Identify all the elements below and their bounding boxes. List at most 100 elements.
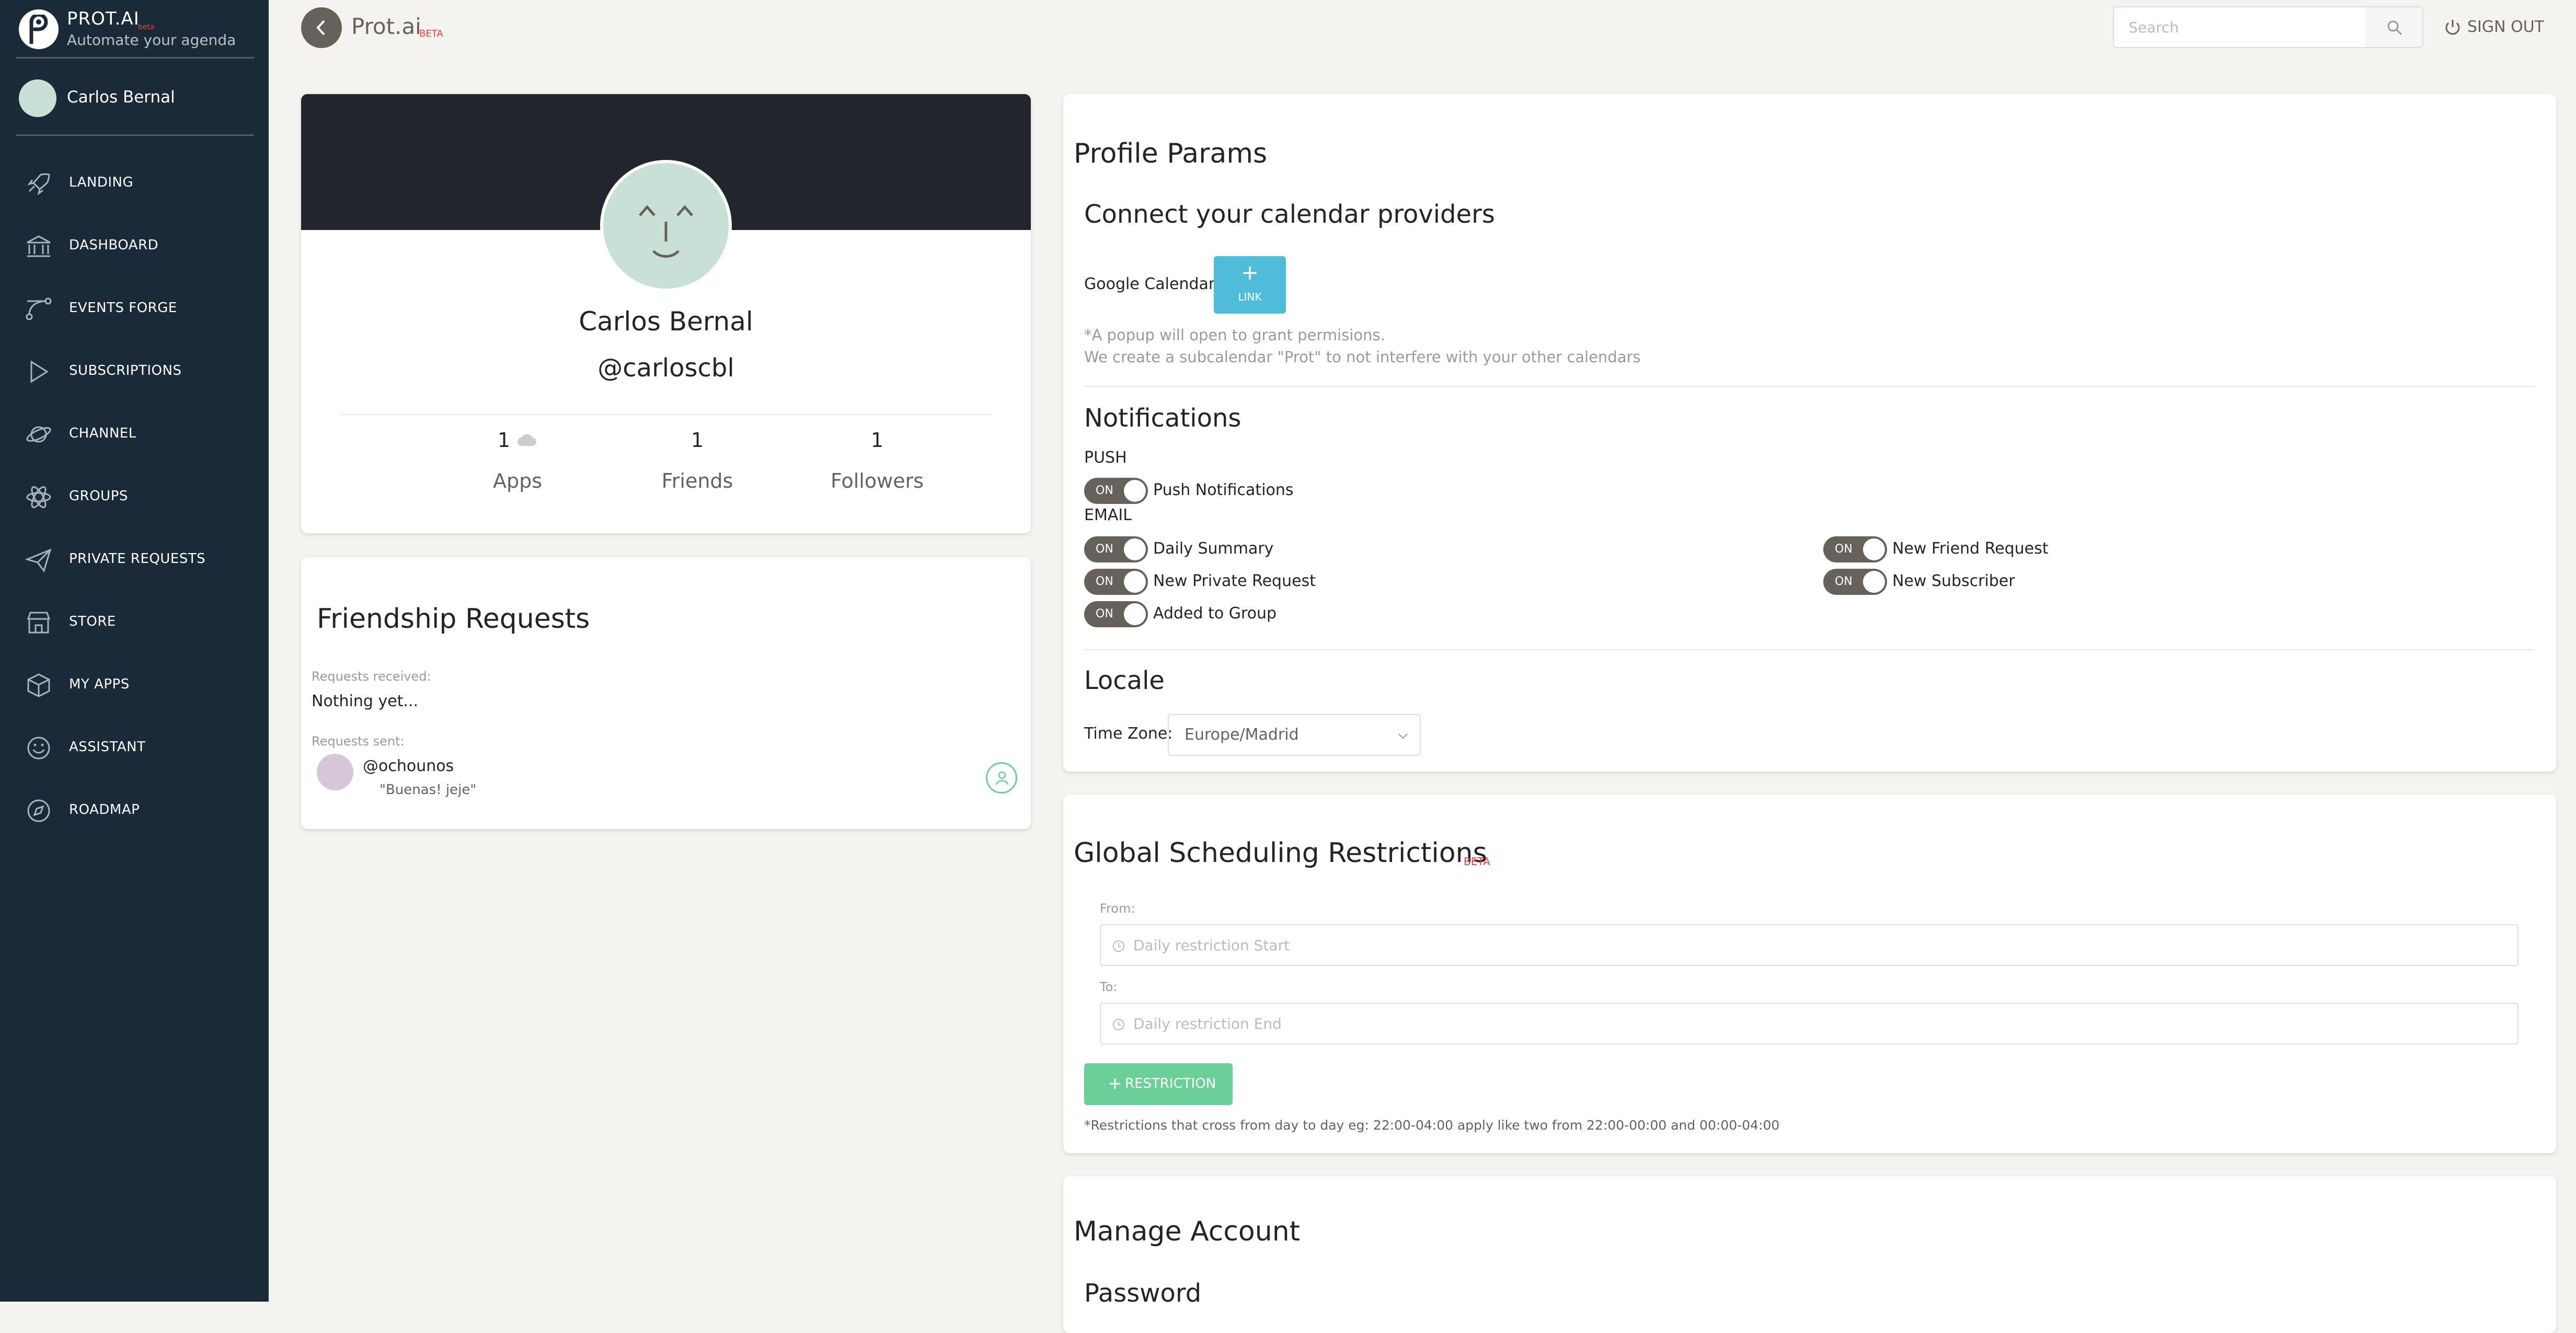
toggle-label: Daily Summary	[1153, 539, 1274, 558]
cloud-icon	[518, 434, 537, 446]
bank-icon	[27, 235, 51, 257]
compass-icon	[27, 799, 50, 822]
stat-label: Friends	[661, 469, 733, 492]
sidebar-item-label: LANDING	[69, 175, 134, 190]
back-button[interactable]	[301, 7, 342, 48]
sidebar-user-name: Carlos Bernal	[67, 88, 175, 107]
sign-out-label: SIGN OUT	[2467, 18, 2545, 36]
sidebar: PROT.AI beta Automate your agenda Carlos…	[0, 0, 269, 1302]
push-label: PUSH	[1084, 449, 1127, 467]
restriction-start-input[interactable]: Daily restriction Start	[1100, 924, 2518, 966]
request-message: "Buenas! jeje"	[380, 782, 477, 798]
plus-icon: +	[1241, 261, 1259, 285]
planet-icon	[26, 426, 51, 443]
sidebar-item-subscriptions[interactable]: SUBSCRIPTIONS	[0, 340, 269, 403]
prot-logo-icon	[19, 9, 59, 49]
rocket-icon	[27, 173, 50, 196]
box-icon	[27, 673, 50, 697]
divider	[1084, 386, 2534, 387]
stat-label: Followers	[831, 469, 924, 492]
sidebar-user[interactable]: Carlos Bernal	[16, 77, 254, 136]
stat-value: 1	[870, 429, 884, 452]
stat-apps: 1 Apps	[428, 429, 607, 492]
new-private-request-toggle[interactable]: ON	[1084, 569, 1148, 595]
sidebar-item-label: CHANNEL	[69, 426, 136, 441]
toggle-label: Push Notifications	[1153, 481, 1294, 499]
manage-account-card: Manage Account Password	[1063, 1176, 2556, 1333]
user-icon	[995, 771, 1009, 785]
navbar-brand[interactable]: Prot.ai	[351, 14, 421, 39]
add-restriction-button[interactable]: RESTRICTION	[1084, 1063, 1233, 1105]
toggle-knob	[1124, 603, 1146, 625]
push-notifications-toggle[interactable]: ON	[1084, 478, 1148, 504]
email-label: EMAIL	[1084, 506, 1132, 524]
play-icon	[30, 360, 49, 383]
restriction-end-input[interactable]: Daily restriction End	[1100, 1003, 2518, 1044]
stat-value: 1	[691, 429, 704, 452]
new-subscriber-toggle[interactable]: ON	[1823, 569, 1887, 595]
timezone-label: Time Zone:	[1084, 725, 1173, 743]
sidebar-item-dashboard[interactable]: DASHBOARD	[0, 214, 269, 277]
input-placeholder: Daily restriction Start	[1133, 937, 1290, 954]
sidebar-item-events-forge[interactable]: EVENTS FORGE	[0, 277, 269, 340]
vector-nodes-icon	[26, 297, 52, 320]
toggle-label: Added to Group	[1153, 604, 1277, 623]
sidebar-item-landing[interactable]: LANDING	[0, 152, 269, 214]
request-handle[interactable]: @ochounos	[363, 757, 454, 775]
calendar-heading: Connect your calendar providers	[1084, 200, 1495, 229]
added-to-group-toggle[interactable]: ON	[1084, 601, 1148, 627]
new-friend-request-toggle[interactable]: ON	[1823, 536, 1887, 562]
calendar-note: *A popup will open to grant permisions.	[1084, 326, 1385, 344]
cancel-request-button[interactable]	[986, 762, 1017, 794]
toggle-on-label: ON	[1096, 543, 1113, 556]
sidebar-item-label: SUBSCRIPTIONS	[69, 363, 182, 378]
brand-name: PROT.AI	[67, 8, 140, 29]
divider	[1084, 649, 2534, 650]
sidebar-item-private-requests[interactable]: PRIVATE REQUESTS	[0, 528, 269, 591]
sidebar-item-label: DASHBOARD	[69, 237, 159, 253]
brand[interactable]: PROT.AI beta Automate your agenda	[16, 6, 254, 59]
stat-followers: 1 Followers	[787, 429, 967, 492]
toggle-knob	[1124, 480, 1146, 502]
search-input[interactable]	[2113, 6, 2367, 48]
shop-icon	[27, 612, 51, 634]
clock-icon	[1113, 940, 1124, 952]
card-title: Friendship Requests	[317, 603, 590, 635]
card-title: Global Scheduling Restrictions	[1074, 837, 1487, 869]
toggle-knob	[1863, 538, 1885, 560]
brand-tagline: Automate your agenda	[67, 31, 236, 49]
toggle-knob	[1124, 538, 1146, 560]
timezone-select[interactable]: Europe/Madrid	[1168, 714, 1421, 756]
toggle-on-label: ON	[1096, 607, 1113, 620]
sidebar-item-label: PRIVATE REQUESTS	[69, 551, 206, 567]
profile-name: Carlos Bernal	[579, 306, 753, 337]
scheduling-restrictions-card: Global Scheduling Restrictions BETA From…	[1063, 795, 2556, 1153]
requests-received-empty: Nothing yet...	[312, 692, 419, 710]
toggle-on-label: ON	[1835, 543, 1853, 556]
sidebar-item-label: STORE	[69, 614, 116, 629]
divider	[339, 414, 993, 415]
restriction-note: *Restrictions that cross from day to day…	[1084, 1118, 1780, 1133]
power-icon	[2445, 20, 2460, 35]
profile-card: Carlos Bernal @carloscbl 1 Friends 1 Fol…	[301, 94, 1031, 533]
sidebar-item-assistant[interactable]: ASSISTANT	[0, 716, 269, 779]
toggle-label: New Subscriber	[1892, 572, 2015, 590]
smile-icon	[27, 737, 50, 760]
toggle-on-label: ON	[1096, 484, 1113, 497]
link-google-calendar-button[interactable]: + LINK	[1214, 256, 1286, 314]
sidebar-item-label: ASSISTANT	[69, 739, 146, 755]
card-title: Profile Params	[1074, 138, 1268, 169]
daily-summary-toggle[interactable]: ON	[1084, 536, 1148, 562]
sidebar-item-roadmap[interactable]: ROADMAP	[0, 779, 269, 842]
sidebar-item-my-apps[interactable]: MY APPS	[0, 653, 269, 716]
avatar	[19, 79, 56, 117]
toggle-on-label: ON	[1835, 575, 1853, 588]
beta-badge: BETA	[419, 28, 443, 39]
face-icon	[639, 205, 693, 258]
sidebar-item-store[interactable]: STORE	[0, 591, 269, 653]
sidebar-item-channel[interactable]: CHANNEL	[0, 403, 269, 465]
google-calendar-label: Google Calendar:	[1084, 275, 1220, 293]
sidebar-item-groups[interactable]: GROUPS	[0, 465, 269, 528]
stat-number: 1	[497, 429, 511, 452]
search-button[interactable]	[2366, 6, 2423, 48]
